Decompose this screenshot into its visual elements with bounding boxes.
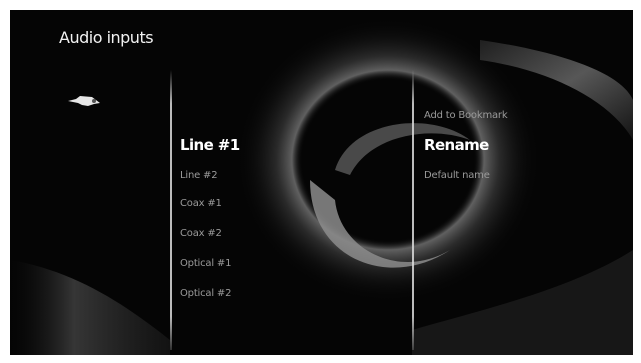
menu-item-rename[interactable]: Rename: [424, 136, 489, 154]
input-item-line-1[interactable]: Line #1: [180, 136, 240, 154]
input-item-coax-1[interactable]: Coax #1: [180, 198, 222, 209]
background-swirl: [10, 15, 633, 355]
input-item-optical-1[interactable]: Optical #1: [180, 258, 231, 269]
input-item-optical-2[interactable]: Optical #2: [180, 288, 231, 299]
audio-cable-icon: [68, 96, 100, 106]
input-item-line-2[interactable]: Line #2: [180, 170, 218, 181]
right-divider: [412, 70, 414, 350]
audio-inputs-screen: Audio inputs Line #1 Line #2 Coax #1 Coa…: [10, 10, 633, 355]
menu-item-default-name[interactable]: Default name: [424, 170, 490, 181]
menu-item-add-to-bookmark[interactable]: Add to Bookmark: [424, 110, 508, 121]
left-divider: [170, 70, 172, 350]
input-item-coax-2[interactable]: Coax #2: [180, 228, 222, 239]
page-title: Audio inputs: [59, 28, 154, 47]
